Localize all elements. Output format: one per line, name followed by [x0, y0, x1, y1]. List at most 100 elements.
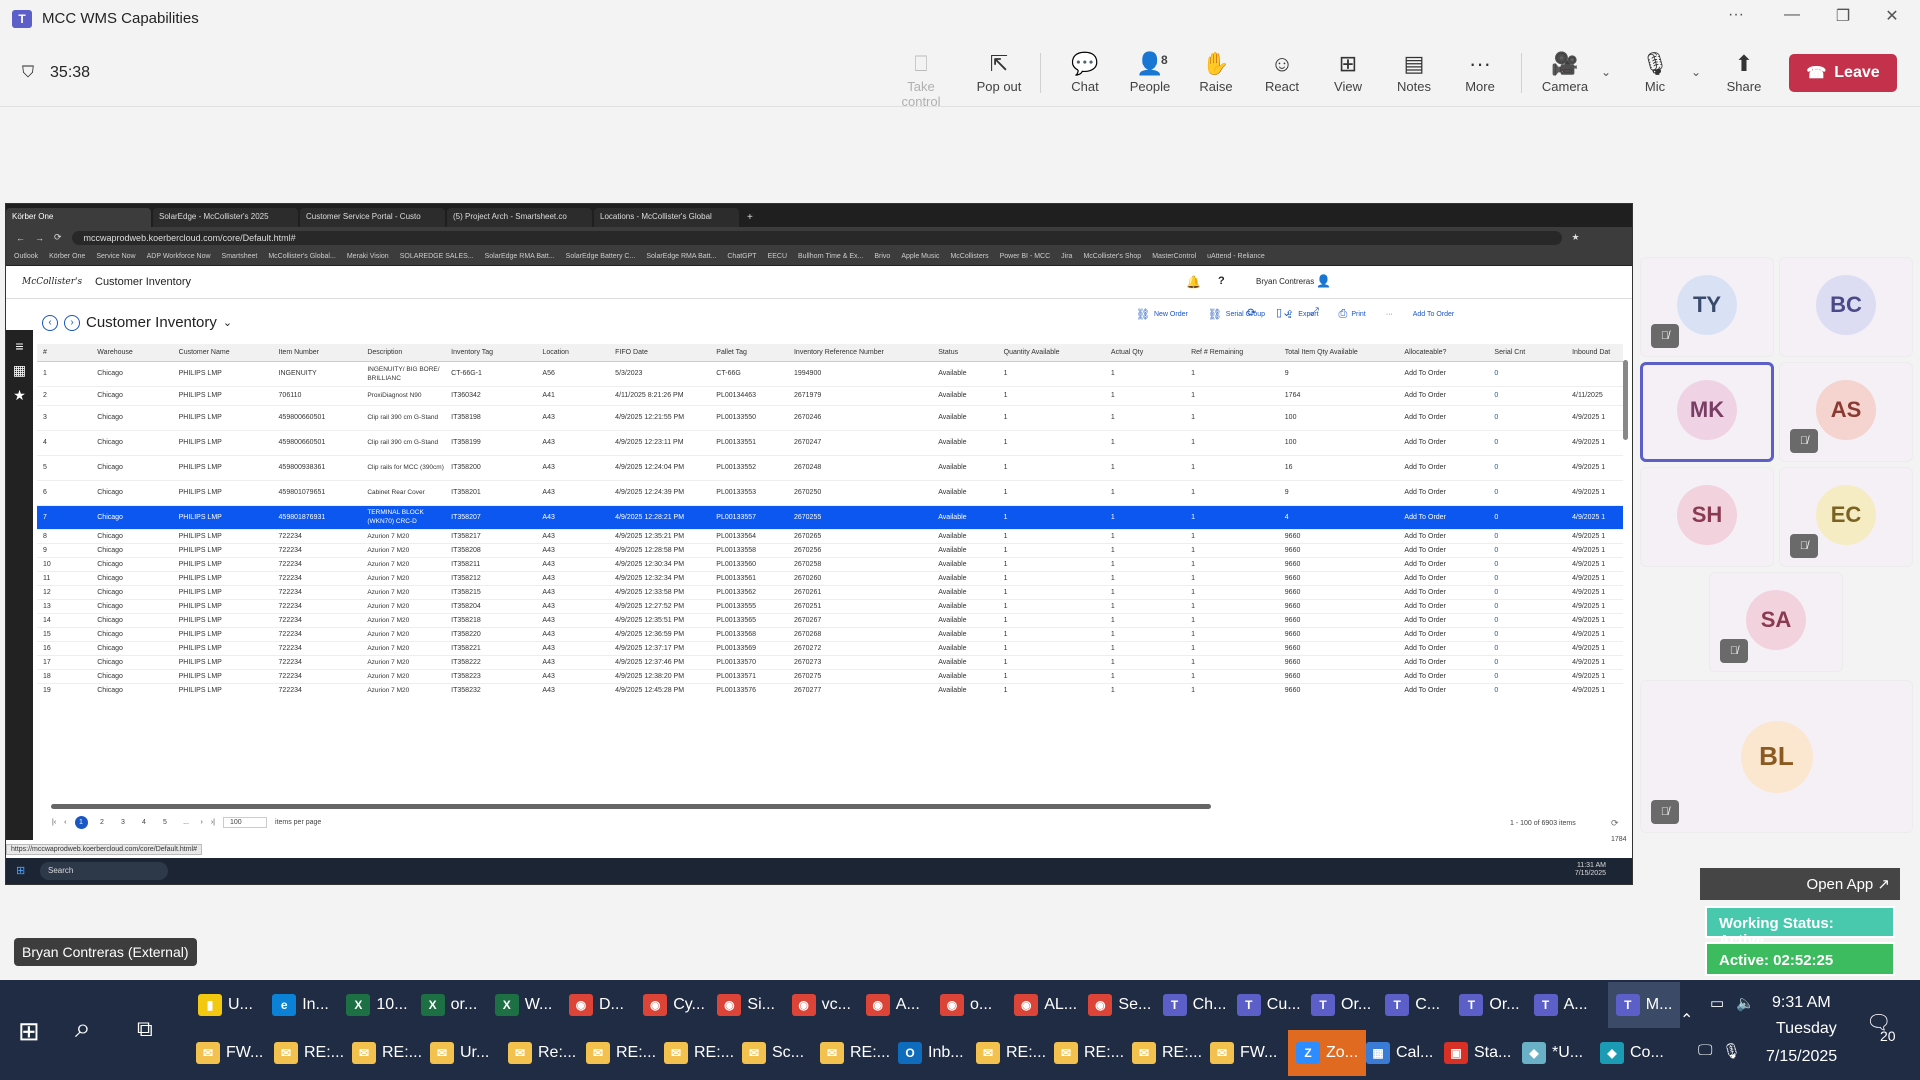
taskbar-app[interactable]: ◉ o... [940, 982, 992, 1028]
table-row[interactable]: 13 Chicago PHILIPS LMP 722234 Azurion 7 M20 I… [37, 599, 1623, 614]
reload-icon[interactable]: ⟳ [54, 232, 62, 243]
participant-tile[interactable]: SA 🎙̸ [1709, 572, 1843, 672]
layout-icon[interactable]: ▯⌄ [1276, 306, 1291, 319]
network-icon[interactable]: 🖵 [1698, 1042, 1712, 1059]
minimize-icon[interactable]: — [1772, 6, 1812, 24]
table-row[interactable]: 10 Chicago PHILIPS LMP 722234 Azurion 7 M20 I… [37, 557, 1623, 572]
next-page-icon[interactable]: › [201, 819, 203, 826]
bookmark-item[interactable]: McCollister's Shop [1083, 253, 1141, 260]
more-button[interactable]: ··· More [1447, 49, 1513, 94]
participant-tile[interactable]: SH [1640, 467, 1774, 567]
taskbar-app[interactable]: Xor... [420, 982, 477, 1028]
camera-options-chevron-icon[interactable]: ⌄ [1601, 65, 1611, 79]
table-row[interactable]: 18 Chicago PHILIPS LMP 722234 Azurion 7 M20 I… [37, 669, 1623, 684]
new-tab-icon[interactable]: + [741, 208, 759, 227]
page-5[interactable]: 5 [159, 816, 172, 829]
table-row[interactable]: 17 Chicago PHILIPS LMP 722234 Azurion 7 M20 I… [37, 655, 1623, 670]
taskbar-app[interactable]: ✉ Sc... [742, 1030, 804, 1076]
more-options-icon[interactable]: ··· [1716, 6, 1756, 24]
last-page-icon[interactable]: ›| [211, 819, 215, 826]
new-order-action[interactable]: ⛓ New Order [1136, 308, 1188, 321]
column-header[interactable]: Customer Name [172, 344, 273, 362]
taskbar-app[interactable]: ◉ Se... [1088, 982, 1151, 1028]
taskbar-app[interactable]: T Or... [1311, 982, 1371, 1028]
column-header[interactable]: Status [932, 344, 998, 362]
bell-icon[interactable]: 🔔 [1186, 275, 1201, 289]
chevron-down-icon[interactable]: ⌄ [223, 316, 232, 329]
browser-tab[interactable]: Körber One [6, 208, 151, 227]
taskbar-app[interactable]: ▣ Sta... [1444, 1030, 1511, 1076]
search-icon[interactable]: ⌕ [75, 1012, 91, 1045]
taskbar-app[interactable]: ◆ Co... [1600, 1030, 1664, 1076]
taskbar-app[interactable]: ✉ FW... [196, 1030, 263, 1076]
chevron-up-icon[interactable]: ⌃ [1680, 1010, 1693, 1030]
taskbar-app[interactable]: ✉ RE:... [352, 1030, 422, 1076]
react-button[interactable]: ☺ React [1249, 49, 1315, 94]
column-header[interactable]: Inventory Tag [445, 344, 537, 362]
column-header[interactable]: Ref # Remaining [1185, 344, 1279, 362]
user-avatar-icon[interactable]: 👤 [1316, 274, 1331, 288]
table-row[interactable]: 11 Chicago PHILIPS LMP 722234 Azurion 7 M20 I… [37, 571, 1623, 586]
bookmark-star-icon[interactable]: ★ [1572, 232, 1580, 243]
column-header[interactable]: Location [536, 344, 610, 362]
pager-refresh-icon[interactable]: ⟳ [1611, 818, 1619, 829]
table-row[interactable]: 7 Chicago PHILIPS LMP 459801876931 TERMINAL … [37, 505, 1623, 530]
taskbar-app[interactable]: e In... [272, 982, 329, 1028]
column-header[interactable]: Description [361, 344, 446, 362]
apps-grid-icon[interactable]: ▦ [6, 362, 33, 379]
taskbar-app[interactable]: ◉ Si... [717, 982, 775, 1028]
table-row[interactable]: 3 Chicago PHILIPS LMP 459800660501 Clip rail… [37, 405, 1623, 431]
page-1[interactable]: 1 [74, 816, 88, 829]
bookmark-item[interactable]: Smartsheet [222, 253, 258, 260]
taskbar-app[interactable]: ✉ RE:... [1054, 1030, 1124, 1076]
favorites-star-icon[interactable]: ★ [6, 387, 33, 404]
column-header[interactable]: Inventory Reference Number [787, 344, 933, 362]
horizontal-scrollbar[interactable] [51, 804, 1211, 809]
clock-time[interactable]: 9:31 AM [1772, 994, 1831, 1012]
user-name[interactable]: Bryan Contreras [1256, 277, 1314, 286]
table-row[interactable]: 16 Chicago PHILIPS LMP 722234 Azurion 7 M20 I… [37, 641, 1623, 656]
table-row[interactable]: 1 Chicago PHILIPS LMP INGENUITY INGENUITY/ B… [37, 361, 1623, 387]
taskbar-app[interactable]: T Cu... [1236, 982, 1301, 1028]
column-header[interactable]: FIFO Date [609, 344, 711, 362]
taskbar-app[interactable]: ▦ Cal... [1366, 1030, 1433, 1076]
column-header[interactable]: Pallet Tag [710, 344, 788, 362]
column-header[interactable]: Item Number [272, 344, 362, 362]
view-button[interactable]: ⊞ View [1315, 49, 1381, 94]
raise-button[interactable]: ✋ Raise [1183, 49, 1249, 94]
forward-circle-icon[interactable]: › [64, 314, 80, 331]
mic-options-chevron-icon[interactable]: ⌄ [1691, 65, 1701, 79]
more-actions-button[interactable]: ··· [1386, 311, 1393, 318]
page-title[interactable]: Customer Inventory [86, 314, 217, 331]
menu-icon[interactable]: ≡ [6, 338, 33, 354]
bookmark-item[interactable]: Apple Music [901, 253, 939, 260]
taskbar-app[interactable]: T C... [1385, 982, 1440, 1028]
volume-icon[interactable]: 🔈 [1736, 994, 1755, 1012]
browser-tab[interactable]: Customer Service Portal - Custo [300, 208, 445, 227]
notes-button[interactable]: ▤ Notes [1381, 49, 1447, 94]
bookmark-item[interactable]: Power BI - MCC [1000, 253, 1051, 260]
participant-tile[interactable]: BL 🎙̸ [1640, 680, 1913, 833]
fullscreen-icon[interactable]: ⤢ [1310, 306, 1319, 319]
taskbar-app[interactable]: X W... [494, 982, 552, 1028]
bookmark-item[interactable]: Outlook [14, 253, 38, 260]
column-header[interactable]: Total Item Qty Available [1278, 344, 1399, 362]
participant-tile[interactable]: TY 🎙̸ [1640, 257, 1774, 357]
table-row[interactable]: 4 Chicago PHILIPS LMP 459800660501 Clip rail… [37, 430, 1623, 456]
taskbar-app[interactable]: ✉ RE:... [664, 1030, 734, 1076]
table-row[interactable]: 14 Chicago PHILIPS LMP 722234 Azurion 7 M20 I… [37, 613, 1623, 628]
windows-start-icon[interactable]: ⊞ [18, 1016, 40, 1047]
column-header[interactable]: Warehouse [91, 344, 173, 362]
remote-search-input[interactable]: Search [40, 862, 168, 880]
vertical-scrollbar[interactable] [1623, 360, 1628, 440]
taskbar-app[interactable]: ◉ AL... [1014, 982, 1077, 1028]
mic-tray-icon[interactable]: 🎙 [1722, 1042, 1741, 1060]
page-2[interactable]: 2 [96, 816, 109, 829]
bookmark-item[interactable]: EECU [768, 253, 787, 260]
participant-tile[interactable]: EC 🎙̸ [1779, 467, 1913, 567]
taskbar-app[interactable]: ◉ Cy... [643, 982, 705, 1028]
taskbar-app[interactable]: Z Zo... [1288, 1030, 1367, 1076]
taskbar-app[interactable]: ✉ FW... [1210, 1030, 1277, 1076]
column-header[interactable]: Actual Qty [1104, 344, 1186, 362]
taskbar-app[interactable]: ✉ Re:... [508, 1030, 576, 1076]
